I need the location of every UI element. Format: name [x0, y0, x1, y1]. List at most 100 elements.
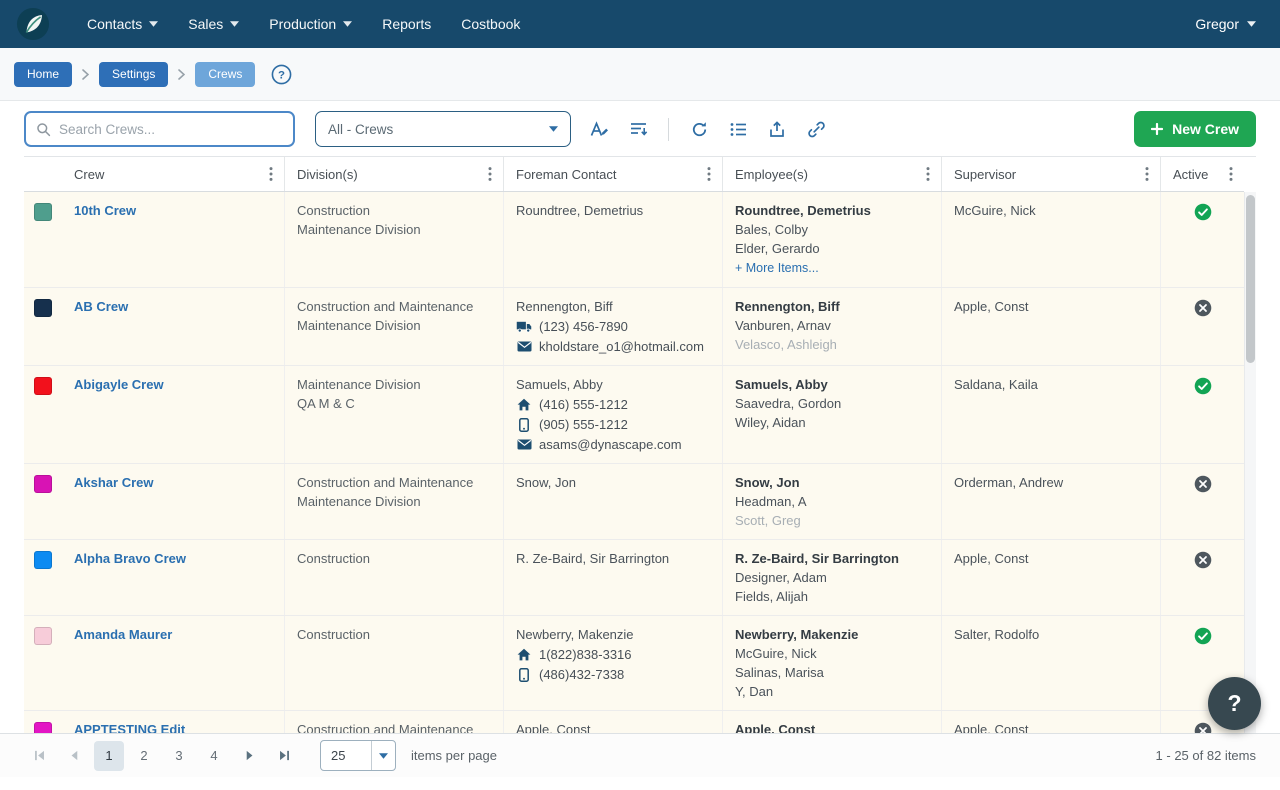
foreman-cell: Samuels, Abby(416) 555-1212(905) 555-121… — [503, 366, 722, 463]
nav-menu: ContactsSalesProduction Reports Costbook — [72, 7, 535, 41]
foreman-name: Roundtree, Demetrius — [516, 201, 710, 220]
new-crew-button[interactable]: New Crew — [1134, 111, 1256, 147]
page-button-1[interactable]: 1 — [94, 741, 124, 771]
division-name: Construction and Maintenance — [297, 473, 491, 492]
column-menu-icon[interactable] — [702, 164, 716, 184]
foreman-name: R. Ze-Baird, Sir Barrington — [516, 549, 710, 568]
help-icon[interactable]: ? — [271, 64, 292, 85]
more-items-link[interactable]: + More Items... — [735, 259, 819, 278]
column-header-label: Supervisor — [954, 167, 1016, 182]
table-row: Amanda MaurerConstructionNewberry, Maken… — [24, 616, 1244, 711]
link-icon[interactable] — [804, 117, 828, 141]
prev-page-button[interactable] — [59, 741, 89, 771]
employees-cell: R. Ze-Baird, Sir BarringtonDesigner, Ada… — [722, 540, 941, 615]
column-menu-icon[interactable] — [1140, 164, 1154, 184]
text-edit-icon[interactable] — [587, 117, 611, 141]
table-row: Alpha Bravo CrewConstructionR. Ze-Baird,… — [24, 540, 1244, 616]
nav-item-contacts[interactable]: Contacts — [72, 7, 173, 41]
column-header-crew[interactable]: Crew — [62, 157, 284, 191]
column-header-employee-s[interactable]: Employee(s) — [722, 157, 941, 191]
scrollbar-thumb[interactable] — [1246, 195, 1255, 363]
nav-item-sales[interactable]: Sales — [173, 7, 254, 41]
manage-columns-icon[interactable] — [626, 117, 650, 141]
crew-color-swatch — [34, 203, 52, 221]
column-header-label: Crew — [74, 167, 104, 182]
employee-name: McGuire, Nick — [735, 644, 929, 663]
crew-link[interactable]: Akshar Crew — [74, 475, 153, 490]
crew-link[interactable]: Abigayle Crew — [74, 377, 164, 392]
breadcrumb-item-settings[interactable]: Settings — [99, 62, 168, 87]
contact-text: asams@dynascape.com — [539, 435, 682, 454]
caret-down-icon — [1247, 21, 1256, 27]
help-fab[interactable]: ? — [1208, 677, 1261, 730]
page-button-2[interactable]: 2 — [129, 741, 159, 771]
employee-name: Headman, A — [735, 492, 929, 511]
page-button-4[interactable]: 4 — [199, 741, 229, 771]
foreman-name: Snow, Jon — [516, 473, 710, 492]
caret-down-icon — [343, 21, 352, 27]
nav-item-costbook[interactable]: Costbook — [446, 7, 535, 41]
column-header-supervisor[interactable]: Supervisor — [941, 157, 1160, 191]
grid-body: 10th CrewConstructionMaintenance Divisio… — [24, 192, 1256, 733]
column-menu-icon[interactable] — [1224, 164, 1238, 184]
caret-down-icon — [149, 21, 158, 27]
column-header-label: Foreman Contact — [516, 167, 616, 182]
active-cell — [1160, 464, 1244, 539]
column-header-division-s[interactable]: Division(s) — [284, 157, 503, 191]
crew-cell: AB Crew — [62, 288, 284, 365]
page-size-value: 25 — [331, 748, 345, 763]
breadcrumb-item-home[interactable]: Home — [14, 62, 72, 87]
employee-name: R. Ze-Baird, Sir Barrington — [735, 549, 929, 568]
column-header-active[interactable]: Active — [1160, 157, 1244, 191]
nav-item-reports[interactable]: Reports — [367, 7, 446, 41]
swatch-cell — [24, 711, 62, 733]
app-logo-icon[interactable] — [16, 7, 50, 41]
column-menu-icon[interactable] — [264, 164, 278, 184]
foreman-name: Rennengton, Biff — [516, 297, 710, 316]
crew-link[interactable]: AB Crew — [74, 299, 128, 314]
column-header-label: Active — [1173, 167, 1208, 182]
search-input[interactable] — [59, 122, 283, 137]
scrollbar-track[interactable] — [1244, 192, 1256, 733]
chevron-right-icon — [81, 69, 90, 80]
refresh-icon[interactable] — [687, 117, 711, 141]
swatch-cell — [24, 366, 62, 463]
foreman-contact: (905) 555-1212 — [516, 415, 710, 434]
first-page-button[interactable] — [24, 741, 54, 771]
foreman-cell: Newberry, Makenzie1(822)838-3316(486)432… — [503, 616, 722, 710]
list-view-icon[interactable] — [726, 117, 750, 141]
foreman-cell: Rennengton, Biff(123) 456-7890kholdstare… — [503, 288, 722, 365]
swatch-cell — [24, 540, 62, 615]
nav-item-production[interactable]: Production — [254, 7, 367, 41]
breadcrumb-item-crews[interactable]: Crews — [195, 62, 255, 87]
caret-down-icon — [549, 126, 558, 132]
divider — [668, 118, 669, 141]
page-button-3[interactable]: 3 — [164, 741, 194, 771]
crew-link[interactable]: Amanda Maurer — [74, 627, 172, 642]
crew-link[interactable]: APPTESTING Edit — [74, 722, 185, 733]
crew-filter-dropdown[interactable]: All - Crews — [315, 111, 571, 147]
employees-cell: Rennengton, BiffVanburen, ArnavVelasco, … — [722, 288, 941, 365]
column-menu-icon[interactable] — [921, 164, 935, 184]
crew-link[interactable]: 10th Crew — [74, 203, 136, 218]
plus-icon — [1151, 123, 1163, 135]
employee-name: Velasco, Ashleigh — [735, 335, 929, 354]
crew-link[interactable]: Alpha Bravo Crew — [74, 551, 186, 566]
last-page-button[interactable] — [269, 741, 299, 771]
division-name: QA M & C — [297, 394, 491, 413]
foreman-contact: (416) 555-1212 — [516, 395, 710, 414]
supervisor-cell: Apple, Const — [941, 540, 1160, 615]
supervisor-cell: Orderman, Andrew — [941, 464, 1160, 539]
export-icon[interactable] — [765, 117, 789, 141]
next-page-button[interactable] — [234, 741, 264, 771]
supervisor-cell: McGuire, Nick — [941, 192, 1160, 287]
user-menu[interactable]: Gregor — [1187, 7, 1264, 41]
page-size-select[interactable]: 25 — [320, 740, 396, 771]
employee-name: Roundtree, Demetrius — [735, 201, 929, 220]
nav-item-label: Reports — [382, 16, 431, 32]
foreman-contact: asams@dynascape.com — [516, 435, 710, 454]
active-cell — [1160, 540, 1244, 615]
column-header-foreman-contact[interactable]: Foreman Contact — [503, 157, 722, 191]
column-menu-icon[interactable] — [483, 164, 497, 184]
crew-cell: APPTESTING Edit — [62, 711, 284, 733]
